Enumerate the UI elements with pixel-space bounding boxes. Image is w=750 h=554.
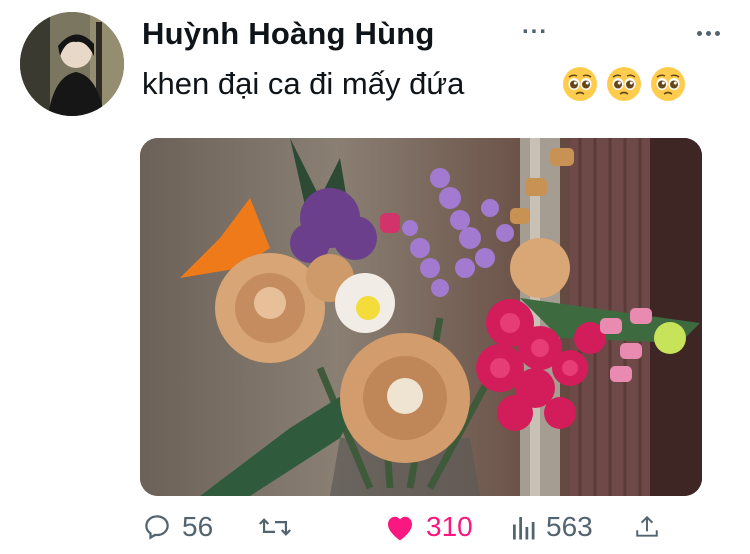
pleading-face-icon: [563, 67, 597, 101]
heart-icon: [388, 516, 412, 541]
reply-icon: [145, 515, 169, 540]
more-icon[interactable]: [692, 26, 724, 40]
view-count: 563: [546, 511, 593, 542]
reply-button[interactable]: 56: [142, 505, 213, 549]
tweet-text: khen đại ca đi mấy đứa: [142, 66, 465, 101]
retweet-button[interactable]: [258, 505, 292, 549]
views-button[interactable]: 563: [510, 505, 593, 549]
emoji-group: [562, 66, 686, 102]
like-button[interactable]: 310: [384, 505, 473, 549]
pleading-face-icon: [651, 67, 685, 101]
reply-count: 56: [182, 511, 214, 542]
avatar[interactable]: [20, 12, 124, 116]
avatar-image: [20, 12, 124, 116]
tweet-photo[interactable]: [140, 138, 702, 496]
share-button[interactable]: [634, 505, 660, 549]
like-count: 310: [426, 511, 473, 542]
retweet-icon: [259, 518, 291, 536]
flower-bouquet-image: [140, 138, 702, 496]
name-truncation: ...: [522, 12, 549, 39]
tweet-actions: 56 310 563: [0, 505, 750, 549]
author-name[interactable]: Huỳnh Hoàng Hùng: [142, 16, 435, 52]
views-icon: [513, 517, 535, 540]
share-icon: [636, 515, 658, 537]
pleading-face-icon: [607, 67, 641, 101]
